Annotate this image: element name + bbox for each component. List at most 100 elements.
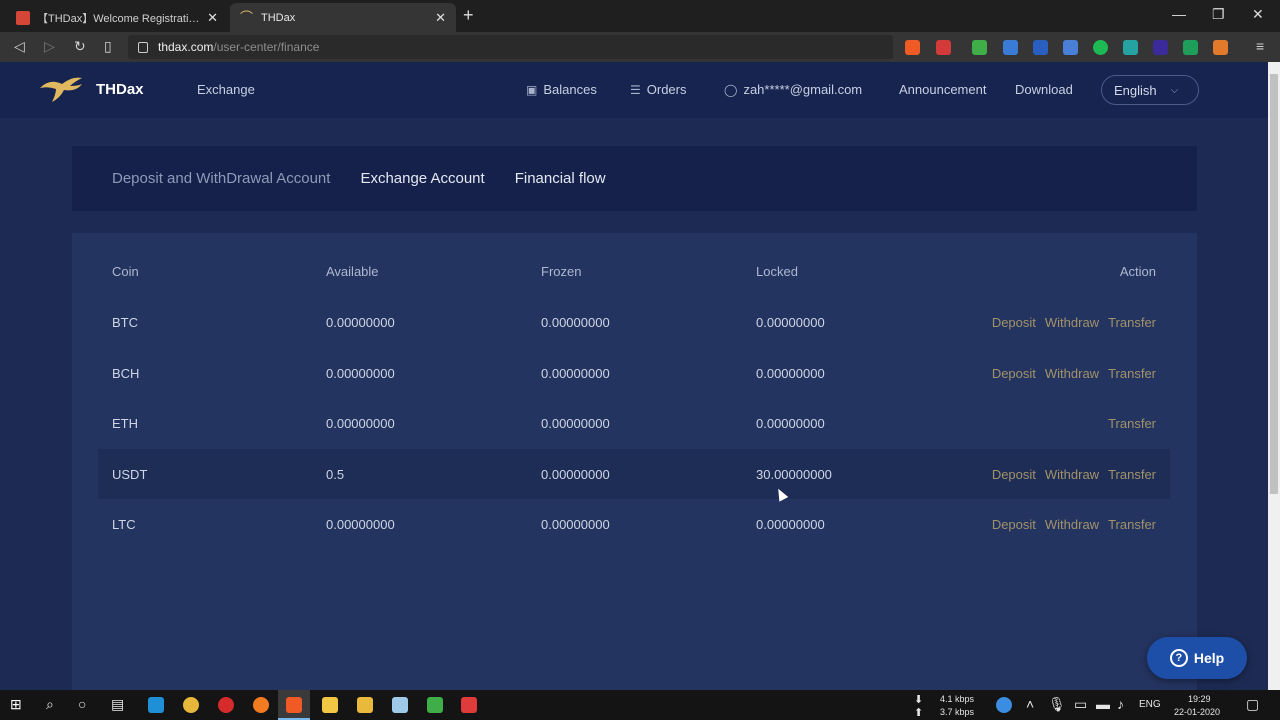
chevron-down-icon: ⌵ [1170, 84, 1179, 96]
extension-icon[interactable] [1153, 40, 1168, 55]
browser-tab-thdax[interactable]: ⌒ THDax ✕ [230, 3, 456, 32]
app-icon[interactable] [461, 697, 477, 713]
deposit-link[interactable]: Deposit [992, 366, 1036, 381]
table-row: ETH 0.00000000 0.00000000 0.00000000 Tra… [98, 398, 1170, 448]
extension-icon[interactable] [1033, 40, 1048, 55]
windows-start-icon[interactable]: ⊞ [10, 696, 22, 712]
frozen-cell: 0.00000000 [541, 365, 610, 381]
close-icon[interactable]: ✕ [207, 10, 218, 26]
file-explorer-icon[interactable] [357, 697, 373, 713]
balances-table: Coin Available Frozen Locked Action BTC … [72, 233, 1197, 690]
extension-icon[interactable] [1183, 40, 1198, 55]
brave-icon[interactable] [286, 697, 302, 713]
back-icon[interactable]: ◁ [14, 38, 25, 55]
deposit-link[interactable]: Deposit [992, 517, 1036, 532]
opera-icon[interactable] [218, 697, 234, 713]
action-cell: Transfer [1108, 416, 1156, 431]
cortana-icon[interactable]: ○ [78, 696, 86, 712]
nav-account[interactable]: ◯ zah*****@gmail.com [724, 82, 862, 97]
locked-cell: 0.00000000 [756, 314, 825, 330]
bookmark-icon[interactable]: ▯ [104, 38, 112, 55]
transfer-link[interactable]: Transfer [1108, 366, 1156, 381]
nav-balances[interactable]: ▣ Balances [526, 82, 597, 97]
chevron-up-icon[interactable]: ˄ [1026, 696, 1034, 712]
coin-cell: ETH [112, 415, 138, 431]
transfer-link[interactable]: Transfer [1108, 517, 1156, 532]
net-upload-speed: 3.7 kbps [940, 707, 975, 717]
edge-icon[interactable] [148, 697, 164, 713]
task-view-icon[interactable]: ▤ [111, 696, 124, 712]
menu-icon[interactable]: ≡ [1256, 38, 1264, 54]
tray-app-icon[interactable] [996, 697, 1012, 713]
maximize-icon[interactable]: ❐ [1212, 6, 1225, 23]
close-icon[interactable]: ✕ [435, 10, 446, 26]
search-icon[interactable]: ⌕ [46, 696, 54, 712]
volume-icon[interactable]: ♪ [1117, 696, 1124, 712]
input-language[interactable]: ENG [1139, 700, 1161, 710]
network-icon[interactable]: ▭ [1074, 696, 1087, 712]
tab-deposit-withdrawal-account[interactable]: Deposit and WithDrawal Account [112, 170, 330, 187]
extension-icon[interactable] [1123, 40, 1138, 55]
withdraw-link[interactable]: Withdraw [1045, 467, 1099, 482]
address-bar[interactable]: thdax.com/user-center/finance [128, 35, 893, 59]
clock-date[interactable]: 22-01-2020 [1174, 707, 1220, 717]
tab-exchange-account[interactable]: Exchange Account [360, 170, 484, 187]
browser-tab-strip: 【THDax】Welcome Registration - z ✕ ⌒ THDa… [0, 0, 1280, 32]
scrollbar-thumb[interactable] [1270, 74, 1278, 494]
header-frozen: Frozen [541, 263, 582, 279]
upload-arrow-icon: ⬆ [914, 707, 924, 719]
available-cell: 0.00000000 [326, 516, 395, 532]
translate-icon[interactable] [1063, 40, 1078, 55]
nav-orders[interactable]: ☰ Orders [630, 82, 687, 97]
app-icon[interactable] [427, 697, 443, 713]
minimize-icon[interactable]: — [1172, 6, 1186, 22]
page-scrollbar[interactable] [1268, 62, 1280, 690]
table-row: LTC 0.00000000 0.00000000 0.00000000 Dep… [98, 499, 1170, 549]
withdraw-link[interactable]: Withdraw [1045, 315, 1099, 330]
battery-icon[interactable]: ▬ [1096, 696, 1110, 712]
deposit-link[interactable]: Deposit [992, 467, 1036, 482]
available-cell: 0.00000000 [326, 314, 395, 330]
extension-icon[interactable] [1213, 40, 1228, 55]
reload-icon[interactable]: ↻ [74, 38, 86, 55]
table-row: BTC 0.00000000 0.00000000 0.00000000 Dep… [98, 297, 1170, 347]
extension-icon[interactable] [972, 40, 987, 55]
nav-announcement[interactable]: Announcement [899, 82, 986, 97]
nav-download[interactable]: Download [1015, 82, 1073, 97]
transfer-link[interactable]: Transfer [1108, 315, 1156, 330]
notification-icon[interactable]: ▢ [1246, 696, 1259, 712]
brave-rewards-icon[interactable] [936, 40, 951, 55]
new-tab-button[interactable]: + [463, 6, 474, 24]
clock-time[interactable]: 19:29 [1188, 694, 1211, 704]
tab-financial-flow[interactable]: Financial flow [515, 170, 606, 187]
coin-cell: LTC [112, 516, 136, 532]
sticky-notes-icon[interactable] [322, 697, 338, 713]
brave-shield-icon[interactable] [905, 40, 920, 55]
forward-icon[interactable]: ▷ [44, 38, 55, 55]
chrome-icon[interactable] [183, 697, 199, 713]
web-page: THDax Exchange ▣ Balances ☰ Orders ◯ zah… [0, 62, 1268, 690]
header-action: Action [1119, 263, 1156, 279]
help-button[interactable]: ? Help [1147, 637, 1247, 679]
window-close-icon[interactable]: ✕ [1252, 6, 1264, 23]
transfer-link[interactable]: Transfer [1108, 467, 1156, 482]
firefox-icon[interactable] [253, 697, 269, 713]
header-coin: Coin [112, 263, 139, 279]
brand[interactable]: THDax [38, 74, 144, 104]
coin-cell: USDT [112, 466, 148, 482]
extension-icon[interactable] [1093, 40, 1108, 55]
extension-icon[interactable] [1003, 40, 1018, 55]
microphone-icon[interactable]: 🎙 [1048, 696, 1066, 712]
nav-exchange[interactable]: Exchange [197, 82, 255, 97]
available-cell: 0.00000000 [326, 365, 395, 381]
table-row-highlighted: USDT 0.5 0.00000000 30.00000000 Deposit … [98, 449, 1170, 499]
withdraw-link[interactable]: Withdraw [1045, 517, 1099, 532]
help-icon: ? [1169, 649, 1188, 667]
notepad-icon[interactable] [392, 697, 408, 713]
transfer-link[interactable]: Transfer [1108, 416, 1156, 431]
browser-tab-registration[interactable]: 【THDax】Welcome Registration - z ✕ [6, 3, 228, 32]
language-select[interactable]: English ⌵ [1101, 75, 1199, 105]
withdraw-link[interactable]: Withdraw [1045, 366, 1099, 381]
url-host: thdax.com [158, 40, 214, 54]
deposit-link[interactable]: Deposit [992, 315, 1036, 330]
